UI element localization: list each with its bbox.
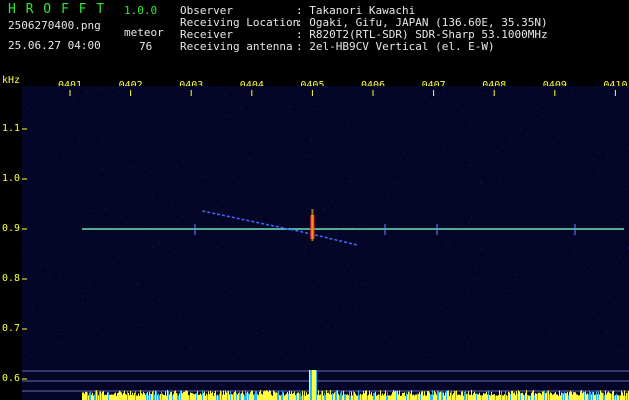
info-value-antenna: : 2el-HB9CV Vertical (el. E-W): [296, 40, 495, 53]
meteor-label: meteor: [124, 26, 164, 39]
meteor-echo-core: [311, 209, 314, 241]
file-datetime: 25.06.27 04:00: [8, 39, 101, 52]
spectrogram-plot: [22, 86, 629, 400]
y-tick-label: 0.7: [2, 323, 21, 334]
app-name: H R O F F T: [8, 2, 106, 17]
y-tick-label: 1.0: [2, 173, 21, 184]
y-tick-label: 0.9: [2, 223, 21, 234]
header-panel: H R O F F T 1.0.0 2506270400.png 25.06.2…: [0, 0, 629, 74]
info-key-antenna: Receiving antenna: [180, 40, 293, 53]
file-name: 2506270400.png: [8, 19, 101, 32]
plot-background: [22, 86, 629, 400]
spectrogram-svg: [22, 86, 629, 400]
app-title: H R O F F T: [8, 2, 106, 17]
y-tick-label: 0.8: [2, 273, 21, 284]
y-axis-unit: kHz: [2, 75, 21, 86]
app-version: 1.0.0: [124, 4, 158, 17]
y-tick-label: 0.6: [2, 373, 21, 384]
y-tick-label: 1.1: [2, 123, 21, 134]
meteor-count: 76: [139, 40, 153, 53]
